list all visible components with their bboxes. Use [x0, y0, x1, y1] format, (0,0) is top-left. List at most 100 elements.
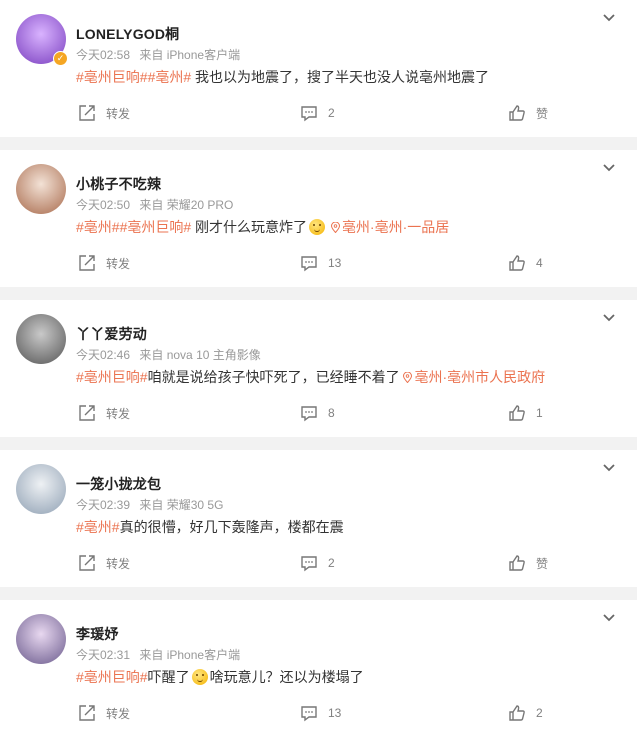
repost-button[interactable]: 转发	[78, 398, 130, 428]
location-pin-icon	[330, 222, 340, 233]
hashtag-link[interactable]: #亳州#	[76, 519, 120, 535]
comment-button[interactable]: 13	[300, 248, 341, 278]
repost-icon	[79, 405, 95, 421]
comment-count: 13	[328, 256, 342, 270]
location-text: 亳州·亳州市人民政府	[414, 369, 546, 385]
comment-icon	[301, 706, 317, 722]
repost-label: 转发	[106, 556, 131, 571]
hashtag-link[interactable]: #亳州巨响#	[76, 69, 148, 85]
chevron-down-icon[interactable]	[601, 460, 617, 476]
avatar[interactable]	[16, 614, 66, 664]
repost-icon	[79, 555, 95, 571]
repost-label: 转发	[106, 706, 131, 721]
comment-body-continued: 啥玩意儿？还以为楼塌了	[209, 669, 364, 685]
avatar[interactable]	[16, 314, 66, 364]
post-source: 来自 荣耀30 5G	[139, 498, 224, 512]
chevron-down-icon[interactable]	[601, 310, 617, 326]
thumbs-up-icon	[509, 705, 525, 721]
like-count: 赞	[536, 556, 549, 571]
hashtag-link[interactable]: #亳州#	[76, 219, 120, 235]
username[interactable]: 丫丫爱劳动	[76, 324, 147, 344]
repost-icon	[79, 705, 95, 721]
thumbs-up-icon	[509, 105, 525, 121]
username[interactable]: 小桃子不吃辣	[76, 174, 161, 194]
chevron-down-icon[interactable]	[601, 160, 617, 176]
post-time: 今天02:58	[76, 48, 131, 62]
post-meta: 今天02:39 来自 荣耀30 5G	[76, 496, 229, 513]
like-count: 1	[536, 406, 543, 420]
username[interactable]: 一笼小拢龙包	[76, 474, 161, 494]
thumbs-up-icon	[509, 555, 525, 571]
comment-count: 8	[328, 406, 335, 420]
avatar[interactable]	[16, 464, 66, 514]
comment-feed: ✓ LONELYGOD桐 今天02:58 来自 iPhone客户端 #亳州巨响#…	[0, 0, 637, 737]
post-meta: 今天02:31 来自 iPhone客户端	[76, 646, 246, 663]
post-time: 今天02:46	[76, 348, 131, 362]
comment-card: 小桃子不吃辣 今天02:50 来自 荣耀20 PRO #亳州##亳州巨响# 刚才…	[0, 150, 637, 287]
comment-card: 丫丫爱劳动 今天02:46 来自 nova 10 主角影像 #亳州巨响#咱就是说…	[0, 300, 637, 437]
location-link[interactable]: 亳州·亳州市人民政府	[403, 369, 545, 385]
location-pin-icon	[403, 372, 413, 383]
location-link[interactable]: 亳州·亳州·一品居	[330, 219, 449, 235]
comment-text: #亳州##亳州巨响# 刚才什么玩意炸了 亳州·亳州·一品居	[76, 217, 449, 237]
post-time: 今天02:50	[76, 198, 131, 212]
like-count: 4	[536, 256, 543, 270]
like-count: 赞	[536, 106, 549, 121]
comment-icon	[301, 256, 317, 272]
like-count: 2	[536, 706, 543, 720]
chevron-down-icon[interactable]	[601, 610, 617, 626]
hashtag-link[interactable]: #亳州巨响#	[76, 669, 148, 685]
like-button[interactable]: 2	[508, 698, 543, 728]
like-button[interactable]: 赞	[508, 98, 548, 128]
post-source: 来自 nova 10 主角影像	[139, 348, 261, 362]
comment-text: #亳州巨响#咱就是说给孩子快吓死了，已经睡不着了 亳州·亳州市人民政府	[76, 367, 545, 387]
thumbs-up-icon	[509, 405, 525, 421]
repost-label: 转发	[106, 106, 131, 121]
like-button[interactable]: 1	[508, 398, 543, 428]
comment-card: 一笼小拢龙包 今天02:39 来自 荣耀30 5G #亳州#真的很懵，好几下轰隆…	[0, 450, 637, 587]
repost-button[interactable]: 转发	[78, 698, 130, 728]
repost-button[interactable]: 转发	[78, 548, 130, 578]
comment-card: 李瑗妤 今天02:31 来自 iPhone客户端 #亳州巨响#吓醒了 啥玩意儿？还…	[0, 600, 637, 737]
comment-body: 我也以为地震了，搜了半天也没人说亳州地震了	[191, 69, 490, 85]
grin-emoji-icon	[309, 219, 326, 235]
avatar[interactable]	[16, 164, 66, 214]
post-time: 今天02:31	[76, 648, 131, 662]
thumbs-up-icon	[509, 255, 525, 271]
comment-text: #亳州巨响##亳州# 我也以为地震了，搜了半天也没人说亳州地震了	[76, 67, 489, 87]
username[interactable]: 李瑗妤	[76, 624, 119, 644]
comment-count: 13	[328, 706, 342, 720]
hashtag-link[interactable]: #亳州#	[148, 69, 192, 85]
action-bar: 转发 2 赞	[0, 548, 637, 578]
repost-icon	[79, 105, 95, 121]
comment-button[interactable]: 2	[300, 98, 335, 128]
like-button[interactable]: 4	[508, 248, 543, 278]
sleepy-emoji-icon	[191, 669, 208, 685]
verified-badge-icon: ✓	[53, 51, 68, 66]
comment-icon	[301, 556, 317, 572]
comment-card: ✓ LONELYGOD桐 今天02:58 来自 iPhone客户端 #亳州巨响#…	[0, 0, 637, 137]
repost-button[interactable]: 转发	[78, 98, 130, 128]
post-source: 来自 荣耀20 PRO	[139, 198, 234, 212]
repost-label: 转发	[106, 406, 131, 421]
repost-button[interactable]: 转发	[78, 248, 130, 278]
post-meta: 今天02:46 来自 nova 10 主角影像	[76, 346, 267, 363]
action-bar: 转发 13 4	[0, 248, 637, 278]
action-bar: 转发 13 2	[0, 698, 637, 728]
comment-icon	[301, 106, 317, 122]
comment-count: 2	[328, 556, 335, 570]
chevron-down-icon[interactable]	[601, 10, 617, 26]
hashtag-link[interactable]: #亳州巨响#	[120, 219, 192, 235]
username[interactable]: LONELYGOD桐	[76, 24, 179, 44]
comment-button[interactable]: 2	[300, 548, 335, 578]
action-bar: 转发 8 1	[0, 398, 637, 428]
post-source: 来自 iPhone客户端	[139, 48, 241, 62]
comment-button[interactable]: 13	[300, 698, 341, 728]
comment-body: 刚才什么玩意炸了	[191, 219, 308, 235]
post-source: 来自 iPhone客户端	[139, 648, 241, 662]
like-button[interactable]: 赞	[508, 548, 548, 578]
action-bar: 转发 2 赞	[0, 98, 637, 128]
comment-button[interactable]: 8	[300, 398, 335, 428]
hashtag-link[interactable]: #亳州巨响#	[76, 369, 148, 385]
comment-body: 咱就是说给孩子快吓死了，已经睡不着了	[147, 369, 400, 385]
